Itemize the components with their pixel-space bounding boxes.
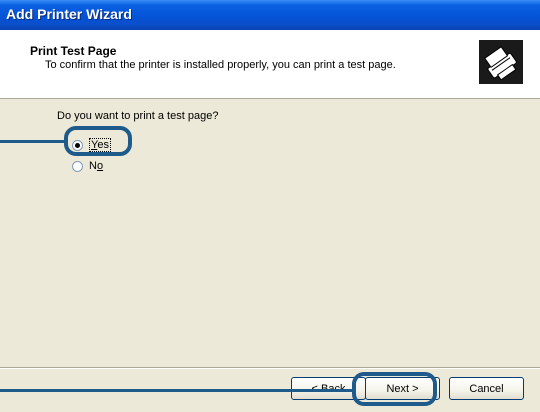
callout-leader-yes bbox=[0, 140, 65, 143]
title-bar[interactable]: Add Printer Wizard bbox=[0, 0, 540, 30]
wizard-header: Print Test Page To confirm that the prin… bbox=[0, 30, 540, 99]
radio-no-indicator[interactable] bbox=[72, 160, 83, 172]
callout-highlight-yes bbox=[64, 126, 132, 156]
radio-no-label: No bbox=[89, 160, 103, 172]
radio-no-first: N bbox=[89, 160, 97, 172]
radio-no[interactable]: No bbox=[72, 160, 103, 172]
window-title: Add Printer Wizard bbox=[6, 6, 132, 22]
page-subtitle: To confirm that the printer is installed… bbox=[45, 59, 396, 71]
cancel-button[interactable]: Cancel bbox=[449, 377, 524, 400]
radio-no-mnemonic: o bbox=[96, 160, 104, 172]
test-page-question: Do you want to print a test page? bbox=[57, 110, 219, 122]
printer-icon bbox=[479, 40, 523, 84]
page-title: Print Test Page bbox=[30, 44, 117, 58]
button-divider bbox=[0, 367, 540, 369]
callout-leader-next bbox=[0, 389, 353, 392]
callout-highlight-next bbox=[352, 372, 437, 406]
add-printer-wizard-window: Add Printer Wizard Print Test Page To co… bbox=[0, 0, 540, 412]
